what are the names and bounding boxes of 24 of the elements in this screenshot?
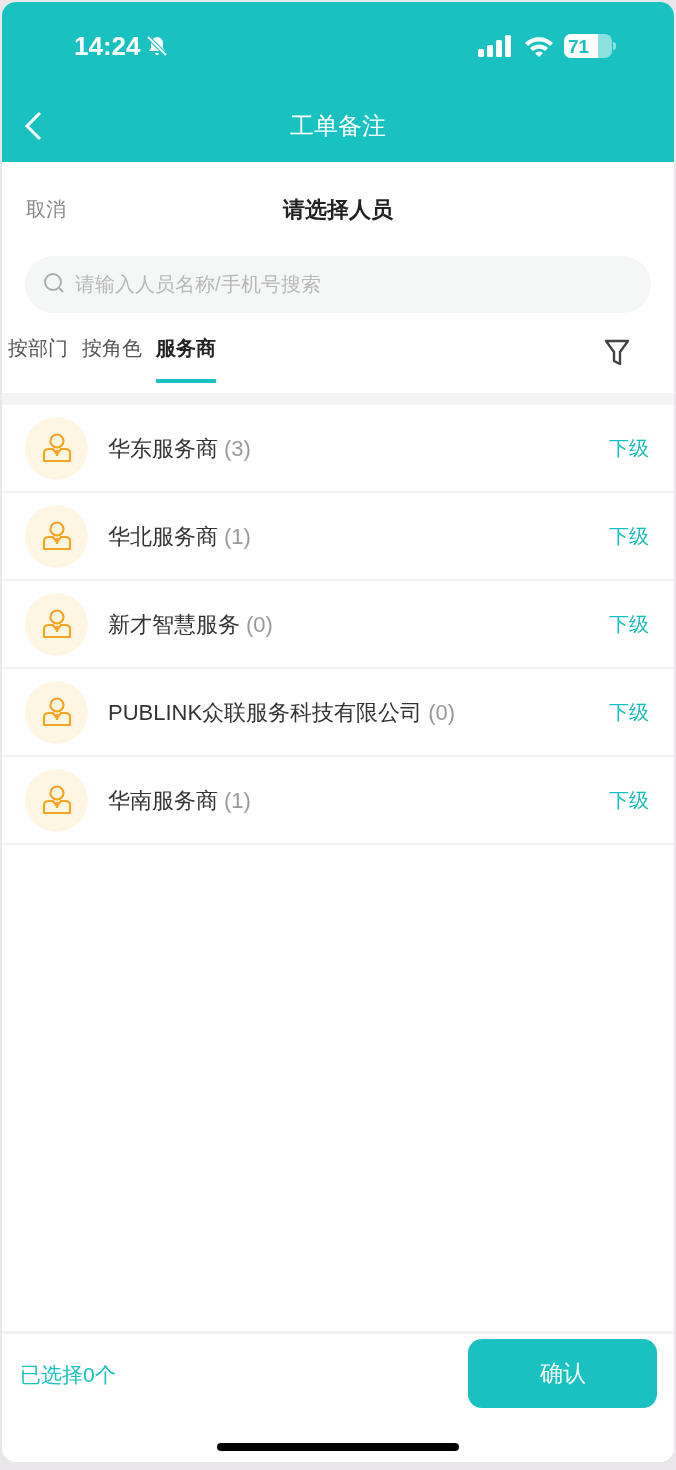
member-count: (0) (428, 698, 456, 727)
tab[interactable]: 按角色 (82, 333, 142, 383)
member-count: (3) (224, 434, 251, 463)
member-count: (0) (246, 610, 273, 639)
provider-name[interactable]: PUBLINK众联服务科技有限公司 (108, 695, 423, 729)
status-time: 14:24 (74, 29, 141, 63)
muted-bell-icon (144, 34, 169, 58)
page-title: 工单备注 (290, 111, 386, 141)
tab[interactable]: 按部门 (8, 333, 68, 383)
cancel-button[interactable]: 取消 (26, 194, 66, 224)
tab[interactable]: 服务商 (156, 333, 216, 383)
battery-icon: 71 (564, 34, 612, 58)
member-count: (1) (224, 522, 251, 551)
provider-name[interactable]: 新才智慧服务 (108, 607, 240, 641)
signal-icon (478, 35, 512, 57)
provider-name[interactable]: 华南服务商 (108, 783, 218, 817)
member-count: (1) (224, 786, 251, 815)
wifi-icon (524, 35, 554, 57)
provider-name[interactable]: 华北服务商 (108, 519, 218, 553)
sheet-title: 请选择人员 (283, 195, 393, 224)
selected-count: 已选择0个 (20, 1362, 116, 1388)
filter-icon[interactable] (604, 339, 630, 367)
provider-name[interactable]: 华东服务商 (108, 431, 218, 465)
search-field[interactable]: 请输入人员名称/手机号搜索 (25, 256, 651, 313)
